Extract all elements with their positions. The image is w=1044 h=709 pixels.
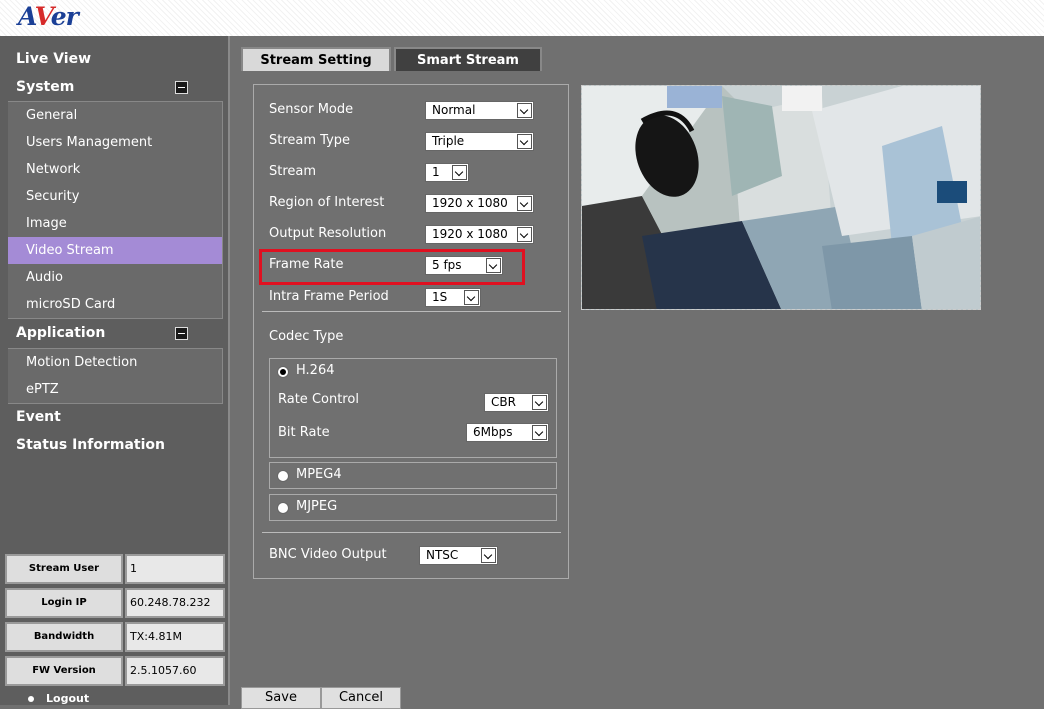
sidebar-item-general[interactable]: General [8,102,222,129]
tab-stream-setting[interactable]: Stream Setting [241,47,391,72]
divider [262,311,561,312]
codec-type-label: Codec Type [269,329,344,344]
chevron-down-icon[interactable] [517,196,532,211]
info-value: 2.5.1057.60 [125,656,225,686]
intra-frame-period-label: Intra Frame Period [269,289,389,304]
stream-label: Stream [269,164,317,179]
output-resolution-label: Output Resolution [269,226,387,241]
collapse-system-icon[interactable] [175,81,188,94]
info-bandwidth: Bandwidth TX:4.81M [5,622,225,652]
chevron-down-icon[interactable] [452,165,467,180]
sidebar-item-users-management[interactable]: Users Management [8,129,222,156]
collapse-application-icon[interactable] [175,327,188,340]
frame-rate-label: Frame Rate [269,257,344,272]
info-label: Login IP [5,588,123,618]
sidebar-item-audio[interactable]: Audio [8,264,222,291]
nav-event[interactable]: Event [16,409,61,425]
nav-live-view[interactable]: Live View [16,51,91,67]
chevron-down-icon[interactable] [481,548,496,563]
application-submenu: Motion Detection ePTZ [8,348,223,404]
chevron-down-icon[interactable] [486,258,501,273]
sensor-mode-label: Sensor Mode [269,102,354,117]
tab-smart-stream[interactable]: Smart Stream [394,47,542,72]
logout-icon[interactable] [28,696,34,702]
sidebar-item-image[interactable]: Image [8,210,222,237]
divider [262,532,561,533]
sidebar-item-video-stream[interactable]: Video Stream [8,237,222,264]
sidebar-item-network[interactable]: Network [8,156,222,183]
mjpeg-radio[interactable] [277,502,289,514]
info-value: TX:4.81M [125,622,225,652]
intra-frame-period-select[interactable]: 1S [425,288,481,307]
output-resolution-select[interactable]: 1920 x 1080 [425,225,534,244]
nav-system[interactable]: System [16,79,74,95]
info-fw-version: FW Version 2.5.1057.60 [5,656,225,686]
save-button[interactable]: Save [241,687,321,709]
chevron-down-icon[interactable] [532,395,547,410]
info-value: 60.248.78.232 [125,588,225,618]
h264-label: H.264 [296,363,335,378]
stream-select[interactable]: 1 [425,163,469,182]
mpeg4-label: MPEG4 [296,467,342,482]
logout-link[interactable]: Logout [46,692,89,705]
system-submenu: General Users Management Network Securit… [8,101,223,319]
sidebar-item-motion-detection[interactable]: Motion Detection [8,349,222,376]
camera-feed-image [582,86,980,309]
video-preview[interactable] [581,85,981,310]
chevron-down-icon[interactable] [532,425,547,440]
rate-control-select[interactable]: CBR [484,393,549,412]
chevron-down-icon[interactable] [517,103,532,118]
nav-application[interactable]: Application [16,325,105,341]
bit-rate-label: Bit Rate [278,425,330,440]
sidebar: Live View System General Users Managemen… [0,36,230,705]
mpeg4-radio[interactable] [277,470,289,482]
chevron-down-icon[interactable] [517,134,532,149]
info-label: Stream User [5,554,123,584]
info-value: 1 [125,554,225,584]
chevron-down-icon[interactable] [464,290,479,305]
sidebar-item-microsd-card[interactable]: microSD Card [8,291,222,318]
frame-rate-select[interactable]: 5 fps [425,256,503,275]
info-login-ip: Login IP 60.248.78.232 [5,588,225,618]
nav-status-information[interactable]: Status Information [16,437,165,453]
info-label: FW Version [5,656,123,686]
cancel-button[interactable]: Cancel [321,687,401,709]
sidebar-item-security[interactable]: Security [8,183,222,210]
header-bar: AVer [0,0,1044,36]
info-label: Bandwidth [5,622,123,652]
sensor-mode-select[interactable]: Normal [425,101,534,120]
bit-rate-select[interactable]: 6Mbps [466,423,549,442]
chevron-down-icon[interactable] [517,227,532,242]
bnc-video-output-select[interactable]: NTSC [419,546,498,565]
aver-logo: AVer [18,2,79,31]
roi-label: Region of Interest [269,195,385,210]
roi-select[interactable]: 1920 x 1080 [425,194,534,213]
stream-type-label: Stream Type [269,133,351,148]
stream-type-select[interactable]: Triple [425,132,534,151]
bnc-video-output-label: BNC Video Output [269,547,387,562]
h264-radio[interactable] [277,366,289,378]
info-stream-user: Stream User 1 [5,554,225,584]
mjpeg-label: MJPEG [296,499,338,514]
sidebar-item-eptz[interactable]: ePTZ [8,376,222,403]
rate-control-label: Rate Control [278,392,359,407]
